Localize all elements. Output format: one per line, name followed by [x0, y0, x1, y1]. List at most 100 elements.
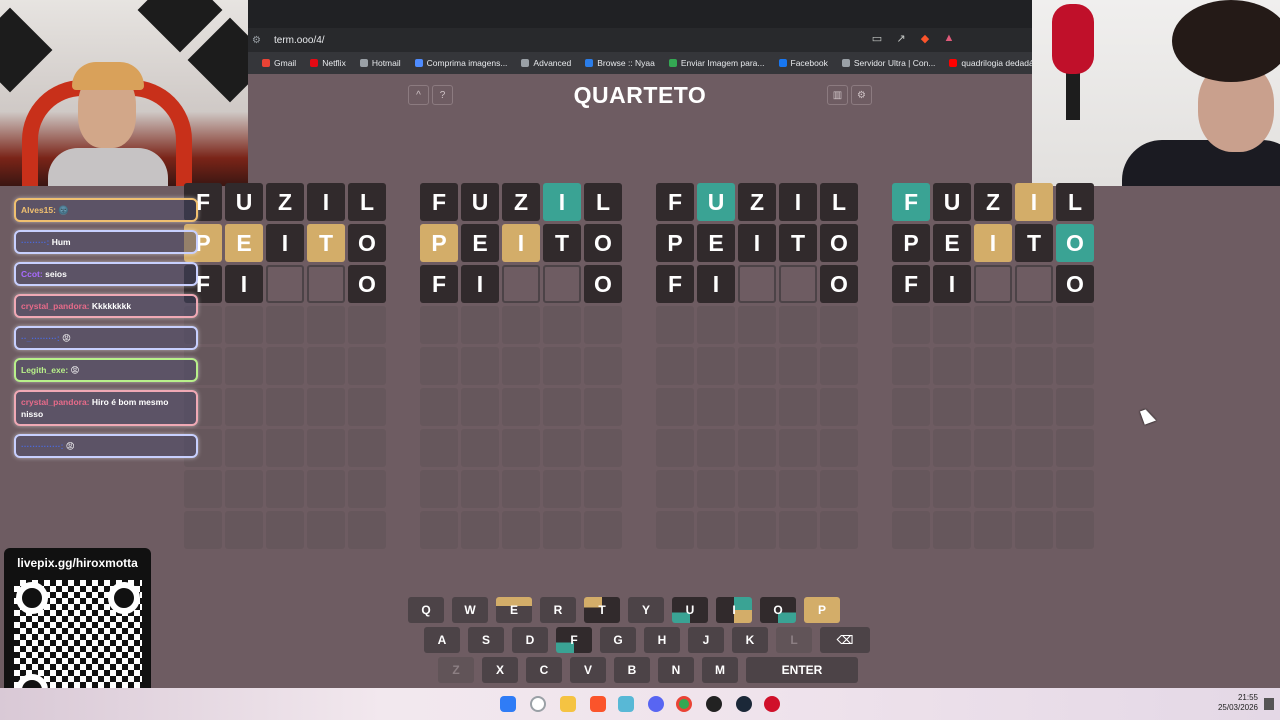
- empty-tile: [543, 470, 581, 508]
- bookmark-label: quadrilogia dedadá...: [961, 58, 1032, 68]
- key-k[interactable]: K: [732, 627, 768, 653]
- letter-tile: Z: [266, 183, 304, 221]
- key-o[interactable]: O: [760, 597, 796, 623]
- key-r[interactable]: R: [540, 597, 576, 623]
- key-g[interactable]: G: [600, 627, 636, 653]
- key-i[interactable]: I: [716, 597, 752, 623]
- key-label: P: [817, 603, 826, 617]
- key-y[interactable]: Y: [628, 597, 664, 623]
- enter-key[interactable]: ENTER: [746, 657, 858, 683]
- empty-tile: [225, 511, 263, 549]
- key-h[interactable]: H: [644, 627, 680, 653]
- empty-tile: [779, 347, 817, 385]
- empty-tile: [307, 388, 345, 426]
- site-info-icon[interactable]: ⚙: [252, 35, 264, 46]
- bookmark-item[interactable]: Enviar Imagem para...: [668, 58, 765, 68]
- key-w[interactable]: W: [452, 597, 488, 623]
- empty-tile: [974, 470, 1012, 508]
- backspace-key[interactable]: ⌫: [820, 627, 870, 653]
- key-u[interactable]: U: [672, 597, 708, 623]
- chrome-icon[interactable]: [676, 696, 692, 712]
- system-clock[interactable]: 21:55 25/03/2026: [1218, 693, 1258, 713]
- bookmark-item[interactable]: Servidor Ultra | Con...: [841, 58, 935, 68]
- key-x[interactable]: X: [482, 657, 518, 683]
- bookmark-item[interactable]: Gmail: [262, 58, 296, 68]
- key-v[interactable]: V: [570, 657, 606, 683]
- letter-tile: O: [584, 224, 622, 262]
- brave-shield-icon[interactable]: ◆: [918, 32, 932, 45]
- empty-tile: [307, 511, 345, 549]
- empty-tile: [1015, 347, 1053, 385]
- empty-tile: [420, 306, 458, 344]
- brave-browser-icon[interactable]: [590, 696, 606, 712]
- letter-tile: T: [779, 224, 817, 262]
- empty-tile: [697, 470, 735, 508]
- obs-icon[interactable]: [706, 696, 722, 712]
- key-c[interactable]: C: [526, 657, 562, 683]
- help-button[interactable]: ?: [432, 85, 453, 105]
- mouse-cursor: [1139, 407, 1157, 425]
- key-d[interactable]: D: [512, 627, 548, 653]
- discord-icon[interactable]: [648, 696, 664, 712]
- empty-tile: [543, 306, 581, 344]
- bookmark-item[interactable]: quadrilogia dedadá...: [949, 58, 1032, 68]
- address-bar[interactable]: ⚙ term.ooo/4/ ▭ ↗ ◆ ▲: [248, 28, 1032, 52]
- person-hair: [1172, 0, 1280, 82]
- bookmark-item[interactable]: Hotmail: [359, 58, 401, 68]
- key-label: C: [539, 663, 549, 677]
- chat-username: Legith_exe:: [21, 365, 69, 375]
- key-a[interactable]: A: [424, 627, 460, 653]
- expand-button[interactable]: ^: [408, 85, 429, 105]
- empty-tile: [266, 429, 304, 467]
- key-e[interactable]: E: [496, 597, 532, 623]
- livepix-url: livepix.gg/hiroxmotta: [17, 556, 138, 570]
- empty-tile: [892, 388, 930, 426]
- key-z[interactable]: Z: [438, 657, 474, 683]
- empty-tile: [307, 470, 345, 508]
- letter-tile: L: [584, 183, 622, 221]
- chat-text: seios: [45, 269, 67, 279]
- bookmark-item[interactable]: Browse :: Nyaa: [585, 58, 655, 68]
- empty-tile: [225, 347, 263, 385]
- bookmark-item[interactable]: Facebook: [778, 58, 828, 68]
- key-q[interactable]: Q: [408, 597, 444, 623]
- key-label: R: [553, 603, 563, 617]
- key-p[interactable]: P: [804, 597, 840, 623]
- empty-tile: [584, 429, 622, 467]
- letter-tile: F: [656, 265, 694, 303]
- search-icon[interactable]: [530, 696, 546, 712]
- key-f[interactable]: F: [556, 627, 592, 653]
- key-n[interactable]: N: [658, 657, 694, 683]
- current-empty-tile: [543, 265, 581, 303]
- chat-username: ··_·········:: [21, 333, 60, 343]
- media-icon[interactable]: [764, 696, 780, 712]
- key-m[interactable]: M: [702, 657, 738, 683]
- stats-icon[interactable]: ▥: [827, 85, 848, 105]
- key-label: D: [525, 633, 535, 647]
- bookmark-item[interactable]: Advanced: [521, 58, 571, 68]
- letter-tile: I: [461, 265, 499, 303]
- key-j[interactable]: J: [688, 627, 724, 653]
- app-icon[interactable]: [618, 696, 634, 712]
- bookmark-item[interactable]: Netflix: [310, 58, 346, 68]
- file-explorer-icon[interactable]: [560, 696, 576, 712]
- windows-start-icon[interactable]: [500, 696, 516, 712]
- empty-tile: [184, 511, 222, 549]
- chat-text: Kkkkkkkk: [91, 301, 132, 311]
- steam-icon[interactable]: [736, 696, 752, 712]
- letter-tile: U: [225, 183, 263, 221]
- rewards-icon[interactable]: ▲: [942, 32, 956, 45]
- bookmark-item[interactable]: Comprima imagens...: [414, 58, 507, 68]
- letter-tile: O: [348, 224, 386, 262]
- share-icon[interactable]: ↗: [894, 32, 908, 45]
- empty-tile: [820, 388, 858, 426]
- key-l[interactable]: L: [776, 627, 812, 653]
- cast-icon[interactable]: ▭: [870, 32, 884, 45]
- url-text[interactable]: term.ooo/4/: [274, 35, 325, 46]
- notification-icon[interactable]: [1264, 698, 1274, 710]
- letter-tile: I: [974, 224, 1012, 262]
- key-b[interactable]: B: [614, 657, 650, 683]
- gear-icon[interactable]: ⚙: [851, 85, 872, 105]
- key-s[interactable]: S: [468, 627, 504, 653]
- key-t[interactable]: T: [584, 597, 620, 623]
